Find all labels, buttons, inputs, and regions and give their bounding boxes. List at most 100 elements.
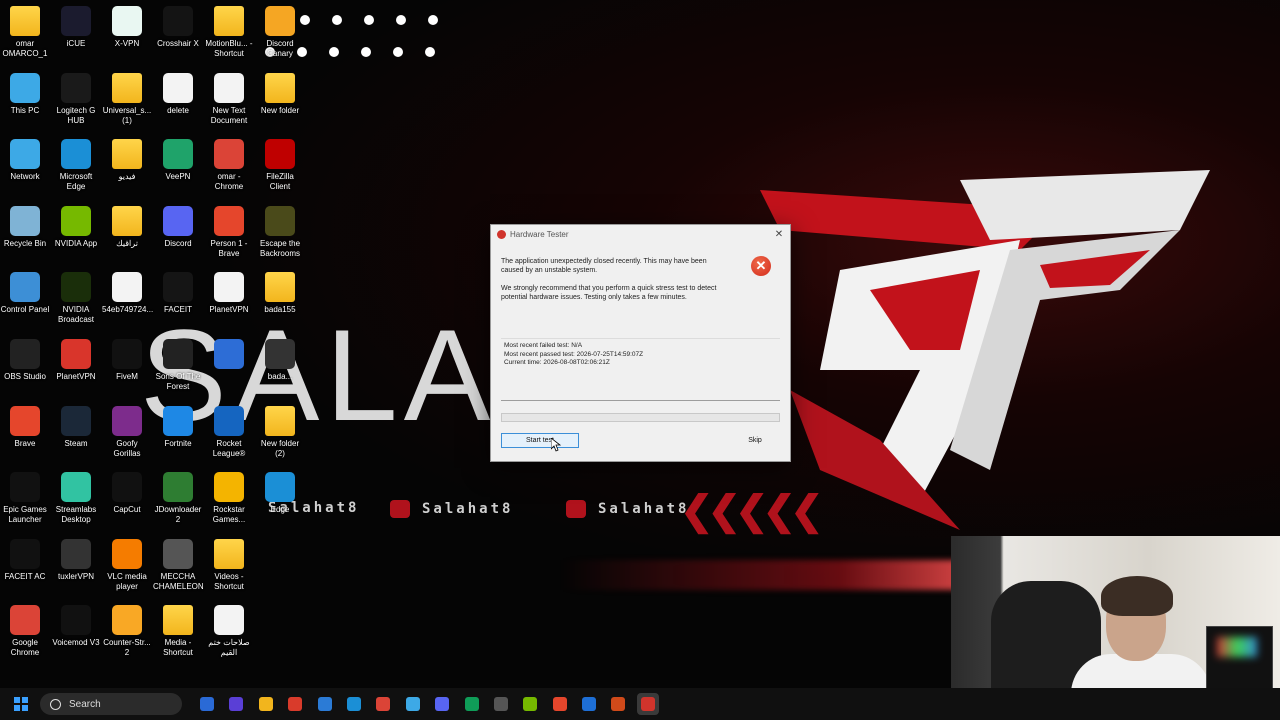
skip-button[interactable]: Skip	[734, 433, 776, 448]
desktop-icon[interactable]: iCUE	[51, 6, 101, 49]
desktop-icon[interactable]: Google Chrome	[0, 605, 50, 658]
taskbar-search-box[interactable]: Search	[40, 693, 182, 715]
desktop-icon[interactable]: FileZilla Client	[255, 139, 305, 192]
desktop-icon[interactable]: MECCHA CHAMELEON	[153, 538, 204, 592]
desktop-icon[interactable]: Fortnite	[153, 405, 203, 449]
desktop-icon[interactable]: tuxlerVPN	[51, 538, 101, 582]
network-icon	[10, 139, 40, 170]
start-button-windows-icon[interactable]	[14, 697, 28, 711]
desktop-icon[interactable]: OBS Studio	[0, 339, 50, 382]
desktop-icon[interactable]: NVIDIA App	[51, 205, 101, 249]
desktop-icon[interactable]: Brave	[0, 405, 50, 449]
desktop-icon[interactable]: Discord	[153, 205, 203, 249]
defender-icon[interactable]	[578, 693, 600, 715]
desktop-icon[interactable]: X-VPN	[102, 6, 152, 49]
desktop-icon[interactable]: VeePN	[153, 139, 203, 182]
faceit-ac-icon	[10, 538, 40, 569]
hardware-tester-icon[interactable]	[636, 693, 659, 715]
dialog-titlebar[interactable]: Hardware Tester ✕	[491, 225, 790, 243]
desktop-icon[interactable]: Steam	[51, 405, 101, 449]
edge-icon[interactable]	[343, 693, 365, 715]
desktop-icon[interactable]: Videos - Shortcut	[204, 538, 254, 592]
settings-icon[interactable]	[314, 693, 336, 715]
webcam-person-hair	[1101, 576, 1173, 616]
desktop-icon-label: bada155	[264, 305, 296, 315]
desktop-icon[interactable]: Network	[0, 139, 50, 182]
steam-icon[interactable]	[490, 693, 512, 715]
desktop-icon[interactable]: NVIDIA Broadcast	[51, 272, 101, 325]
desktop-icon[interactable]: Crosshair X	[153, 6, 203, 49]
desktop-icon[interactable]: VLC media player	[102, 538, 152, 592]
desktop-icon[interactable]: Rocket League®	[204, 405, 254, 459]
desktop-icon[interactable]: Microsoft Edge	[51, 139, 101, 192]
desktop-icon[interactable]: This PC	[0, 72, 50, 116]
desktop-icon[interactable]: Logitech G HUB	[51, 72, 101, 126]
desktop-icon[interactable]: Universal_s... (1)	[102, 72, 152, 126]
desktop-icon[interactable]: omar - Chrome	[204, 139, 254, 192]
app-icon[interactable]	[402, 693, 424, 715]
widgets-icon[interactable]	[196, 693, 218, 715]
desktop-icon[interactable]: MotionBlu... - Shortcut	[204, 6, 254, 59]
nvidia-icon[interactable]	[519, 693, 541, 715]
desktop-icon[interactable]: Rockstar Games...	[204, 472, 254, 525]
desktop-icon[interactable]: Goofy Gorillas	[102, 405, 152, 459]
desktop-icon[interactable]: FACEIT AC	[0, 538, 50, 582]
file-explorer-icon[interactable]	[255, 693, 277, 715]
desktop-icon[interactable]: delete	[153, 72, 203, 116]
chrome-icon[interactable]	[461, 693, 483, 715]
copilot-icon[interactable]	[225, 693, 247, 715]
folder-icon	[112, 205, 142, 236]
desktop-icon[interactable]: New Text Document	[204, 72, 254, 126]
brave-icon[interactable]	[549, 693, 571, 715]
desktop-icon[interactable]: FiveM	[102, 339, 152, 382]
desktop-icon-label: Crosshair X	[157, 39, 199, 48]
desktop-icon-label: MotionBlu... - Shortcut	[205, 39, 253, 58]
rocket-league-icon	[214, 405, 244, 436]
desktop-icon[interactable]: Sons Of The Forest	[153, 339, 203, 392]
desktop-icon[interactable]: Escape the Backrooms	[255, 205, 305, 259]
desktop-icon[interactable]: Counter-Str... 2	[102, 605, 152, 658]
desktop-icon[interactable]: omar OMARCO_1	[0, 6, 50, 59]
desktop-icon[interactable]: Edge	[255, 472, 305, 515]
desktop-icon-label: Network	[10, 172, 40, 182]
start-test-button[interactable]: Start test	[501, 433, 579, 448]
desktop-icon[interactable]: Control Panel	[0, 272, 50, 315]
desktop-icon[interactable]: Epic Games Launcher	[0, 472, 50, 525]
desktop-icon[interactable]: JDownloader 2	[153, 472, 203, 525]
webcam-pc-case	[1206, 626, 1273, 688]
desktop-icon[interactable]: bada155	[255, 272, 305, 315]
desktop-icon-label: PlanetVPN	[209, 305, 249, 315]
desktop-icon[interactable]: Media - Shortcut	[153, 605, 203, 658]
discord-icon[interactable]	[431, 693, 453, 715]
desktop-icon-label: Media - Shortcut	[163, 638, 193, 658]
desktop-icon[interactable]: New folder (2)	[255, 405, 305, 459]
desktop-icon[interactable]: Voicemod V3	[51, 605, 101, 648]
desktop-icon[interactable]: PlanetVPN	[51, 339, 101, 382]
desktop-icon[interactable]: CapCut	[102, 472, 152, 515]
store-icon[interactable]	[284, 693, 306, 715]
desktop-icon-label: تراقيك	[116, 238, 138, 248]
desktop-icon[interactable]: Streamlabs Desktop	[51, 472, 101, 525]
desktop-icon-label: FACEIT	[163, 305, 192, 315]
desktop-icon[interactable]: تراقيك	[102, 205, 152, 249]
desktop-icon[interactable]: Person 1 - Brave	[204, 205, 254, 259]
faceit-ac-icon[interactable]	[607, 693, 629, 715]
desktop-icon[interactable]: bada...	[255, 339, 305, 382]
desktop-icon[interactable]: FACEIT	[153, 272, 203, 315]
desktop-icon[interactable]: Discord Canary	[255, 6, 305, 59]
desktop-icon[interactable]: New folder	[255, 72, 305, 116]
desktop-icon[interactable]	[255, 539, 305, 572]
chrome-icon[interactable]	[372, 693, 394, 715]
desktop-icon[interactable]: Recycle Bin	[0, 205, 50, 249]
desktop-icon[interactable]	[204, 339, 254, 372]
desktop-icon[interactable]: 54eb749724...	[102, 272, 153, 315]
fivem-icon	[112, 339, 142, 369]
desktop-icon-label: Discord Canary	[266, 39, 294, 58]
desktop-icon-label: PlanetVPN	[56, 372, 96, 381]
desktop-icon-label: Goofy Gorillas	[113, 438, 141, 458]
desktop-icon-label: صلاحات ختم القيم	[208, 638, 250, 658]
desktop-icon[interactable]: فيديو	[102, 139, 152, 182]
close-icon[interactable]: ✕	[768, 229, 790, 240]
desktop-icon[interactable]: صلاحات ختم القيم	[204, 605, 254, 658]
desktop-icon[interactable]: PlanetVPN	[204, 272, 254, 315]
